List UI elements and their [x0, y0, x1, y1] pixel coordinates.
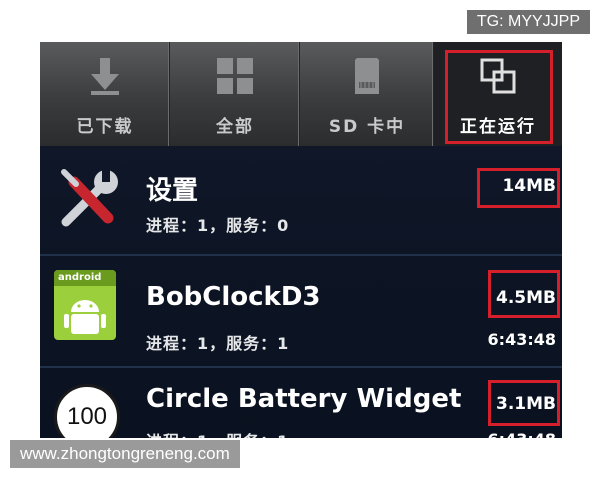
tab-bar: 已下载 全部 SD 卡中 正在运行 [40, 42, 562, 146]
highlight-box-size [488, 380, 560, 426]
watermark-top: TG: MYYJJPP [466, 10, 590, 34]
watermark-bottom: www.zhongtongreneng.com [10, 440, 240, 468]
app-run-time: 6:43:48 [487, 330, 556, 349]
sd-card-icon [355, 58, 379, 94]
app-name: 设置 [146, 176, 199, 206]
running-apps-screen: 已下载 全部 SD 卡中 正在运行 设置 进程：1，服务：0 14MB andr… [40, 42, 562, 438]
list-item[interactable]: 100 Circle Battery Widget 进程：1，服务：1 3.1M… [40, 368, 562, 438]
highlight-box-running-tab [445, 50, 553, 144]
tab-label: SD 卡中 [328, 117, 406, 137]
highlight-box-size [477, 168, 560, 208]
app-run-time: 6:43:48 [488, 430, 556, 438]
list-item[interactable]: android BobClockD3 进程：1，服务：1 4.5MB 6:43:… [40, 256, 562, 368]
tab-sd-card[interactable]: SD 卡中 [300, 42, 434, 146]
app-name: Circle Battery Widget [146, 384, 462, 414]
app-process-info: 进程：1，服务：0 [146, 216, 290, 235]
highlight-box-size [488, 270, 560, 318]
app-process-info: 进程：1，服务：1 [146, 428, 289, 438]
list-item[interactable]: 设置 进程：1，服务：0 14MB [40, 146, 562, 256]
tab-label: 全部 [216, 117, 254, 137]
tab-label: 已下载 [76, 117, 134, 137]
app-process-info: 进程：1，服务：1 [146, 334, 290, 353]
tab-all[interactable]: 全部 [170, 42, 300, 146]
grid-icon [217, 58, 253, 94]
app-name: BobClockD3 [146, 282, 321, 312]
settings-tools-icon [61, 169, 118, 227]
app-list: 设置 进程：1，服务：0 14MB android BobClockD3 进程：… [40, 146, 562, 438]
android-icon: android [54, 270, 116, 340]
tab-downloaded[interactable]: 已下载 [40, 42, 170, 146]
download-icon [91, 58, 119, 95]
battery-circle-icon: 100 [54, 384, 120, 438]
